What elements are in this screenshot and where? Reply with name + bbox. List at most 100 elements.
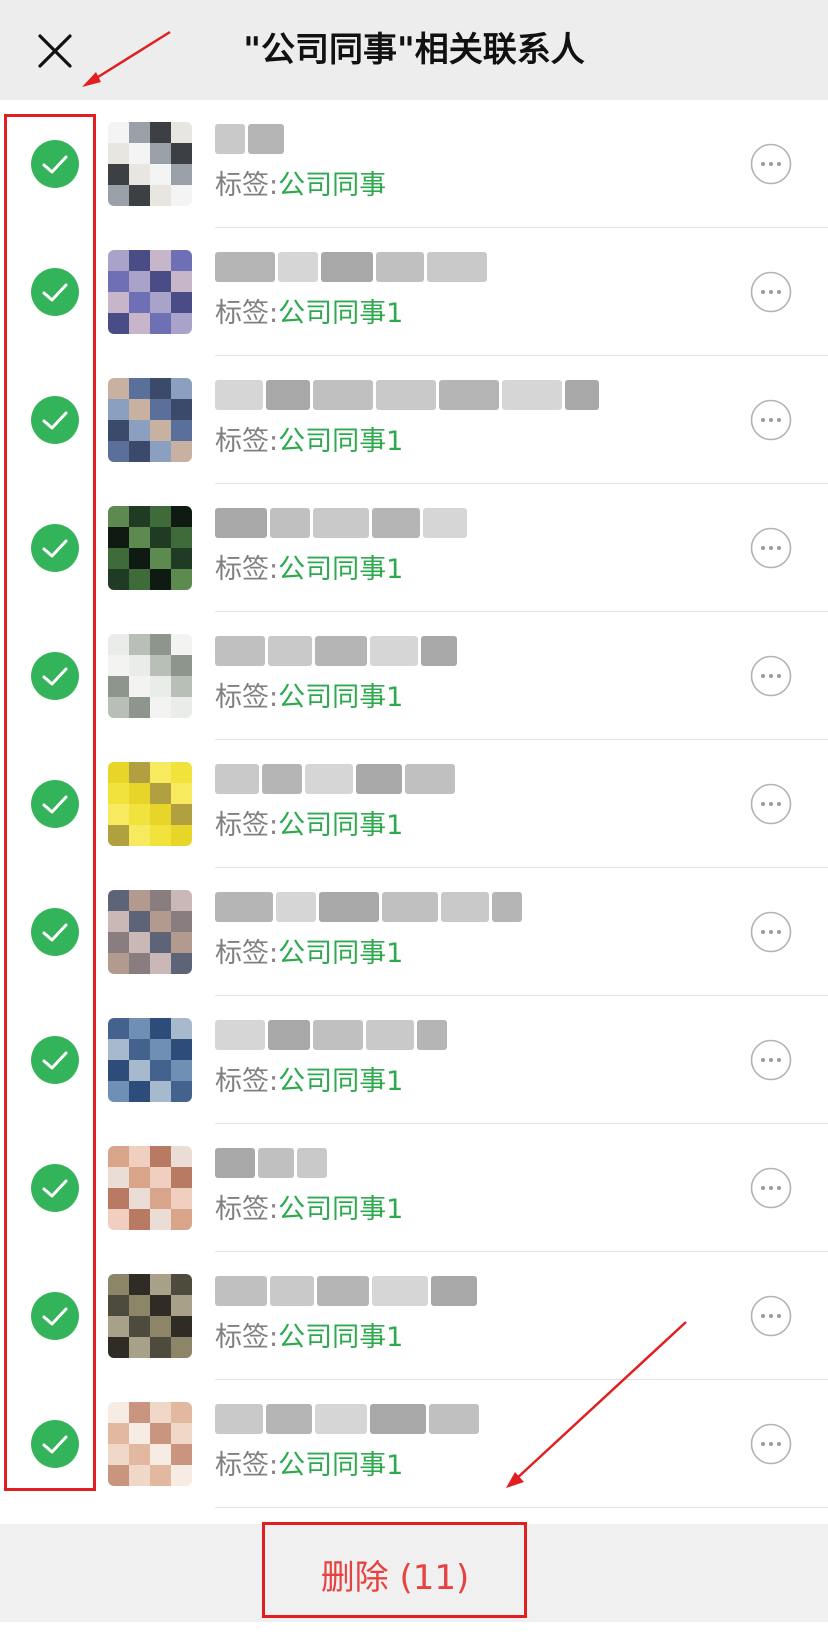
selected-checkbox[interactable] xyxy=(31,780,79,828)
more-options-button[interactable] xyxy=(750,143,792,185)
tag-value: 公司同事1 xyxy=(278,1322,404,1353)
more-dots-icon xyxy=(750,399,792,441)
contact-name-blurred xyxy=(215,1144,330,1182)
check-circle-icon xyxy=(31,908,79,956)
tag-label: 标签: xyxy=(215,426,279,457)
selected-checkbox[interactable] xyxy=(31,908,79,956)
tag-value: 公司同事 xyxy=(278,170,387,201)
more-dots-icon xyxy=(750,527,792,569)
more-options-button[interactable] xyxy=(750,783,792,825)
selected-checkbox[interactable] xyxy=(31,396,79,444)
contact-tag: 标签:公司同事1 xyxy=(215,680,403,716)
contact-row[interactable]: 标签:公司同事1 xyxy=(0,356,828,484)
more-dots-icon xyxy=(750,1039,792,1081)
more-options-button[interactable] xyxy=(750,527,792,569)
selected-checkbox[interactable] xyxy=(31,1420,79,1468)
contact-tag: 标签:公司同事1 xyxy=(215,552,403,588)
more-options-button[interactable] xyxy=(750,1039,792,1081)
check-circle-icon xyxy=(31,1420,79,1468)
selected-checkbox[interactable] xyxy=(31,1164,79,1212)
contact-tag: 标签:公司同事1 xyxy=(215,1448,403,1484)
more-options-button[interactable] xyxy=(750,1295,792,1337)
tag-label: 标签: xyxy=(215,1066,279,1097)
tag-label: 标签: xyxy=(215,554,279,585)
more-options-button[interactable] xyxy=(750,399,792,441)
contact-row[interactable]: 标签:公司同事1 xyxy=(0,996,828,1124)
more-dots-icon xyxy=(750,271,792,313)
contact-name-blurred xyxy=(215,760,458,798)
more-options-button[interactable] xyxy=(750,1423,792,1465)
tag-label: 标签: xyxy=(215,1450,279,1481)
selected-checkbox[interactable] xyxy=(31,652,79,700)
tag-label: 标签: xyxy=(215,1194,279,1225)
contact-tag: 标签:公司同事1 xyxy=(215,936,403,972)
more-dots-icon xyxy=(750,1295,792,1337)
check-circle-icon xyxy=(31,268,79,316)
top-bar: "公司同事"相关联系人 xyxy=(0,0,828,100)
check-circle-icon xyxy=(31,1164,79,1212)
avatar xyxy=(108,378,192,462)
more-options-button[interactable] xyxy=(750,271,792,313)
contact-list: 标签:公司同事 标签:公司同事1 标签:公司同事1 标签:公司同事1 标签:公司… xyxy=(0,100,828,1508)
tag-value: 公司同事1 xyxy=(278,298,404,329)
avatar xyxy=(108,890,192,974)
avatar xyxy=(108,1018,192,1102)
contact-tag: 标签:公司同事1 xyxy=(215,296,403,332)
delete-button[interactable]: 删除 (11) xyxy=(265,1524,525,1622)
contact-name-blurred xyxy=(215,1272,480,1310)
avatar xyxy=(108,762,192,846)
avatar xyxy=(108,1402,192,1486)
more-dots-icon xyxy=(750,1167,792,1209)
selected-checkbox[interactable] xyxy=(31,1292,79,1340)
tag-label: 标签: xyxy=(215,170,279,201)
contact-tag: 标签:公司同事1 xyxy=(215,808,403,844)
contact-name-blurred xyxy=(215,504,470,542)
tag-label: 标签: xyxy=(215,682,279,713)
contact-tag: 标签:公司同事1 xyxy=(215,1320,403,1356)
contact-row[interactable]: 标签:公司同事1 xyxy=(0,1380,828,1508)
selected-checkbox[interactable] xyxy=(31,1036,79,1084)
contact-tag: 标签:公司同事1 xyxy=(215,1192,403,1228)
more-options-button[interactable] xyxy=(750,911,792,953)
contact-name-blurred xyxy=(215,1016,450,1054)
avatar xyxy=(108,506,192,590)
tag-label: 标签: xyxy=(215,938,279,969)
selected-checkbox[interactable] xyxy=(31,524,79,572)
selected-checkbox[interactable] xyxy=(31,268,79,316)
tag-label: 标签: xyxy=(215,810,279,841)
more-dots-icon xyxy=(750,1423,792,1465)
more-dots-icon xyxy=(750,143,792,185)
check-circle-icon xyxy=(31,1292,79,1340)
avatar xyxy=(108,1146,192,1230)
bottom-bar: 删除 (11) xyxy=(0,1524,828,1622)
tag-value: 公司同事1 xyxy=(278,1450,404,1481)
contact-tag: 标签:公司同事1 xyxy=(215,1064,403,1100)
selected-checkbox[interactable] xyxy=(31,140,79,188)
contact-row[interactable]: 标签:公司同事1 xyxy=(0,1252,828,1380)
avatar xyxy=(108,250,192,334)
more-options-button[interactable] xyxy=(750,1167,792,1209)
check-circle-icon xyxy=(31,1036,79,1084)
contact-tag: 标签:公司同事 xyxy=(215,168,386,204)
avatar xyxy=(108,122,192,206)
tag-value: 公司同事1 xyxy=(278,810,404,841)
contact-name-blurred xyxy=(215,888,525,926)
contact-row[interactable]: 标签:公司同事1 xyxy=(0,1124,828,1252)
avatar xyxy=(108,1274,192,1358)
contact-row[interactable]: 标签:公司同事1 xyxy=(0,228,828,356)
contact-name-blurred xyxy=(215,248,490,286)
contact-row[interactable]: 标签:公司同事1 xyxy=(0,740,828,868)
contact-row[interactable]: 标签:公司同事1 xyxy=(0,612,828,740)
page-title: "公司同事"相关联系人 xyxy=(243,30,585,70)
contact-name-blurred xyxy=(215,376,602,414)
contact-row[interactable]: 标签:公司同事1 xyxy=(0,868,828,996)
more-options-button[interactable] xyxy=(750,655,792,697)
contact-name-blurred xyxy=(215,1400,482,1438)
tag-value: 公司同事1 xyxy=(278,554,404,585)
tag-label: 标签: xyxy=(215,1322,279,1353)
contact-name-blurred xyxy=(215,120,287,158)
contact-tag: 标签:公司同事1 xyxy=(215,424,403,460)
contact-row[interactable]: 标签:公司同事 xyxy=(0,100,828,228)
contact-row[interactable]: 标签:公司同事1 xyxy=(0,484,828,612)
check-circle-icon xyxy=(31,140,79,188)
